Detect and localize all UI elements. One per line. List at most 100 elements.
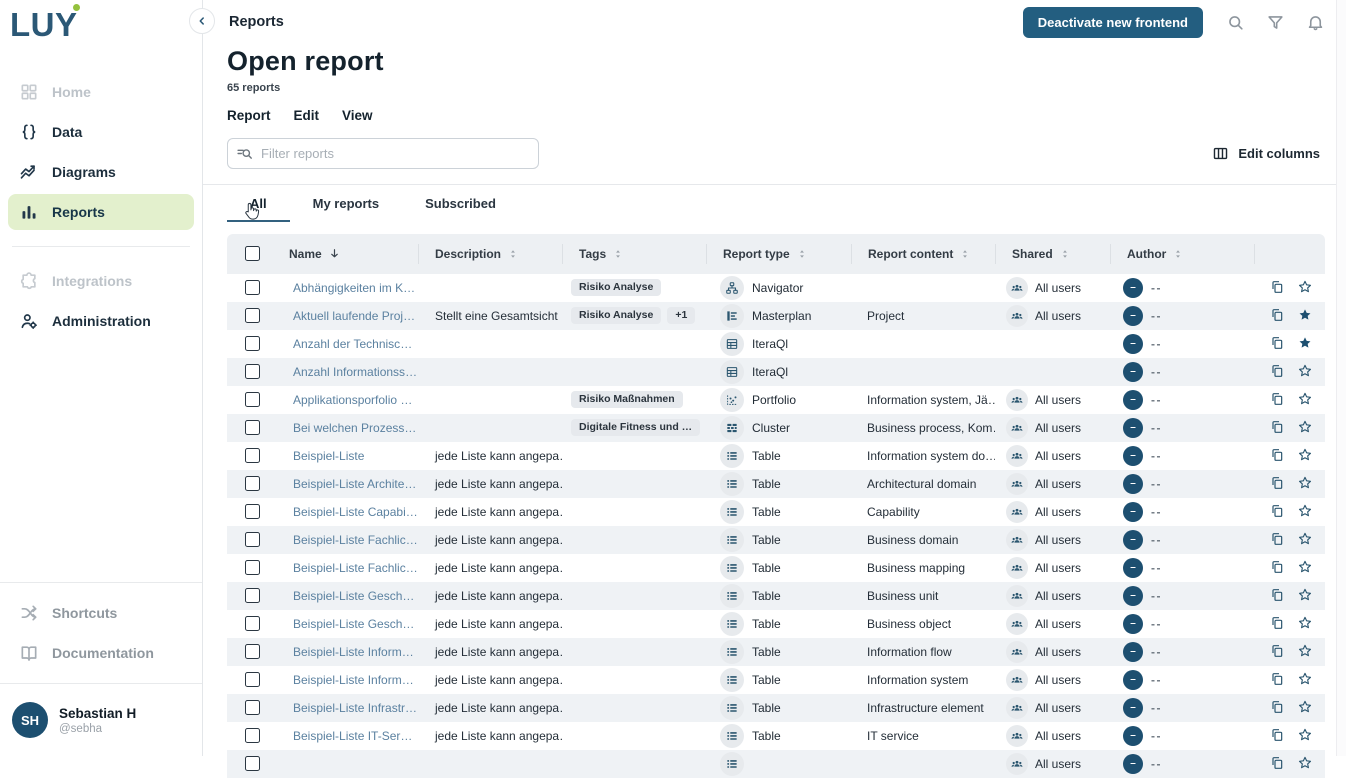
- row-checkbox[interactable]: [227, 274, 272, 302]
- row-checkbox[interactable]: [227, 694, 272, 722]
- report-name-link[interactable]: Beispiel-Liste Capability: [293, 505, 418, 519]
- report-name-link[interactable]: Beispiel-Liste Fachlich…: [293, 533, 418, 547]
- user-profile[interactable]: SH Sebastian H @sebha: [0, 690, 202, 756]
- report-name-link[interactable]: Beispiel-Liste Infrastru…: [293, 701, 418, 715]
- row-checkbox[interactable]: [227, 358, 272, 386]
- favorite-star-button[interactable]: [1297, 671, 1314, 688]
- favorite-star-button[interactable]: [1297, 727, 1314, 744]
- report-name-link[interactable]: Abhängigkeiten im Kon…: [293, 281, 418, 295]
- row-checkbox[interactable]: [227, 442, 272, 470]
- copy-report-button[interactable]: [1269, 419, 1286, 436]
- tag-overflow-pill[interactable]: +1: [667, 307, 695, 325]
- favorite-star-button[interactable]: [1297, 559, 1314, 576]
- column-header-report-content[interactable]: Report content: [851, 234, 995, 274]
- favorite-star-button[interactable]: [1297, 279, 1314, 296]
- column-header-shared[interactable]: Shared: [995, 234, 1110, 274]
- favorite-star-button[interactable]: [1297, 531, 1314, 548]
- row-checkbox[interactable]: [227, 386, 272, 414]
- report-name-link[interactable]: Beispiel-Liste: [293, 449, 364, 463]
- copy-report-button[interactable]: [1269, 727, 1286, 744]
- row-checkbox[interactable]: [227, 750, 272, 778]
- copy-report-button[interactable]: [1269, 391, 1286, 408]
- luy-logo[interactable]: LUY: [0, 0, 78, 46]
- row-checkbox[interactable]: [227, 330, 272, 358]
- favorite-star-button[interactable]: [1297, 615, 1314, 632]
- copy-report-button[interactable]: [1269, 699, 1286, 716]
- row-checkbox[interactable]: [227, 554, 272, 582]
- report-name-link[interactable]: Anzahl der Technische…: [293, 337, 418, 351]
- edit-columns-button[interactable]: Edit columns: [1210, 141, 1322, 166]
- favorite-star-button[interactable]: [1297, 419, 1314, 436]
- sidebar-item-documentation[interactable]: Documentation: [8, 635, 194, 671]
- notifications-button[interactable]: [1299, 6, 1332, 39]
- favorite-star-button[interactable]: [1297, 587, 1314, 604]
- favorite-star-button[interactable]: [1297, 363, 1314, 380]
- column-header-tags[interactable]: Tags: [562, 234, 706, 274]
- report-name-link[interactable]: Beispiel-Liste Geschäft…: [293, 617, 418, 631]
- report-name-link[interactable]: Aktuell laufende Projek…: [293, 309, 418, 323]
- favorite-star-button[interactable]: [1297, 391, 1314, 408]
- favorite-star-button[interactable]: [1297, 643, 1314, 660]
- copy-report-button[interactable]: [1269, 503, 1286, 520]
- report-name-link[interactable]: Bei welchen Prozessen…: [293, 421, 418, 435]
- row-checkbox[interactable]: [227, 470, 272, 498]
- report-name-link[interactable]: Anzahl Informationssy…: [293, 365, 418, 379]
- search-button[interactable]: [1219, 6, 1252, 39]
- filter-button[interactable]: [1259, 6, 1292, 39]
- favorite-star-button[interactable]: [1297, 335, 1314, 352]
- favorite-star-button[interactable]: [1297, 307, 1314, 324]
- copy-report-button[interactable]: [1269, 643, 1286, 660]
- favorite-star-button[interactable]: [1297, 475, 1314, 492]
- tab-subscribed[interactable]: Subscribed: [402, 185, 519, 222]
- copy-report-button[interactable]: [1269, 615, 1286, 632]
- sidebar-item-administration[interactable]: Administration: [8, 303, 194, 339]
- favorite-star-button[interactable]: [1297, 447, 1314, 464]
- copy-report-button[interactable]: [1269, 363, 1286, 380]
- copy-report-button[interactable]: [1269, 531, 1286, 548]
- deactivate-frontend-button[interactable]: Deactivate new frontend: [1023, 7, 1203, 38]
- copy-report-button[interactable]: [1269, 475, 1286, 492]
- copy-report-button[interactable]: [1269, 447, 1286, 464]
- report-name-link[interactable]: Applikationsporfolio Ü…: [293, 393, 418, 407]
- report-name-link[interactable]: Beispiel-Liste IT-Servic…: [293, 729, 418, 743]
- row-checkbox[interactable]: [227, 498, 272, 526]
- sidebar-collapse-button[interactable]: [189, 8, 215, 34]
- row-checkbox[interactable]: [227, 526, 272, 554]
- report-name-link[interactable]: Beispiel-Liste Informati…: [293, 673, 418, 687]
- column-header-name[interactable]: Name: [272, 234, 418, 274]
- column-header-description[interactable]: Description: [418, 234, 562, 274]
- row-checkbox[interactable]: [227, 582, 272, 610]
- row-checkbox[interactable]: [227, 666, 272, 694]
- row-checkbox[interactable]: [227, 610, 272, 638]
- copy-report-button[interactable]: [1269, 587, 1286, 604]
- favorite-star-button[interactable]: [1297, 755, 1314, 772]
- copy-report-button[interactable]: [1269, 755, 1286, 772]
- favorite-star-button[interactable]: [1297, 503, 1314, 520]
- favorite-star-button[interactable]: [1297, 699, 1314, 716]
- row-checkbox[interactable]: [227, 722, 272, 750]
- row-checkbox[interactable]: [227, 302, 272, 330]
- report-name-link[interactable]: Beispiel-Liste Informati…: [293, 645, 418, 659]
- column-header-author[interactable]: Author: [1110, 234, 1254, 274]
- tab-all[interactable]: All: [227, 185, 290, 222]
- menu-edit[interactable]: Edit: [294, 108, 320, 123]
- tab-my-reports[interactable]: My reports: [290, 185, 402, 222]
- report-name-link[interactable]: Beispiel-Liste Fachlich…: [293, 561, 418, 575]
- copy-report-button[interactable]: [1269, 559, 1286, 576]
- menu-report[interactable]: Report: [227, 108, 271, 123]
- sidebar-item-data[interactable]: Data: [8, 114, 194, 150]
- sidebar-item-reports[interactable]: Reports: [8, 194, 194, 230]
- report-name-link[interactable]: Beispiel-Liste Geschäft…: [293, 589, 418, 603]
- filter-reports-input[interactable]: [227, 138, 539, 169]
- menu-view[interactable]: View: [342, 108, 373, 123]
- copy-report-button[interactable]: [1269, 279, 1286, 296]
- row-checkbox[interactable]: [227, 638, 272, 666]
- sidebar-item-shortcuts[interactable]: Shortcuts: [8, 595, 194, 631]
- copy-report-button[interactable]: [1269, 671, 1286, 688]
- column-header-report-type[interactable]: Report type: [706, 234, 851, 274]
- row-checkbox[interactable]: [227, 414, 272, 442]
- sidebar-item-diagrams[interactable]: Diagrams: [8, 154, 194, 190]
- sidebar-item-home[interactable]: Home: [8, 74, 194, 110]
- sidebar-item-integrations[interactable]: Integrations: [8, 263, 194, 299]
- copy-report-button[interactable]: [1269, 335, 1286, 352]
